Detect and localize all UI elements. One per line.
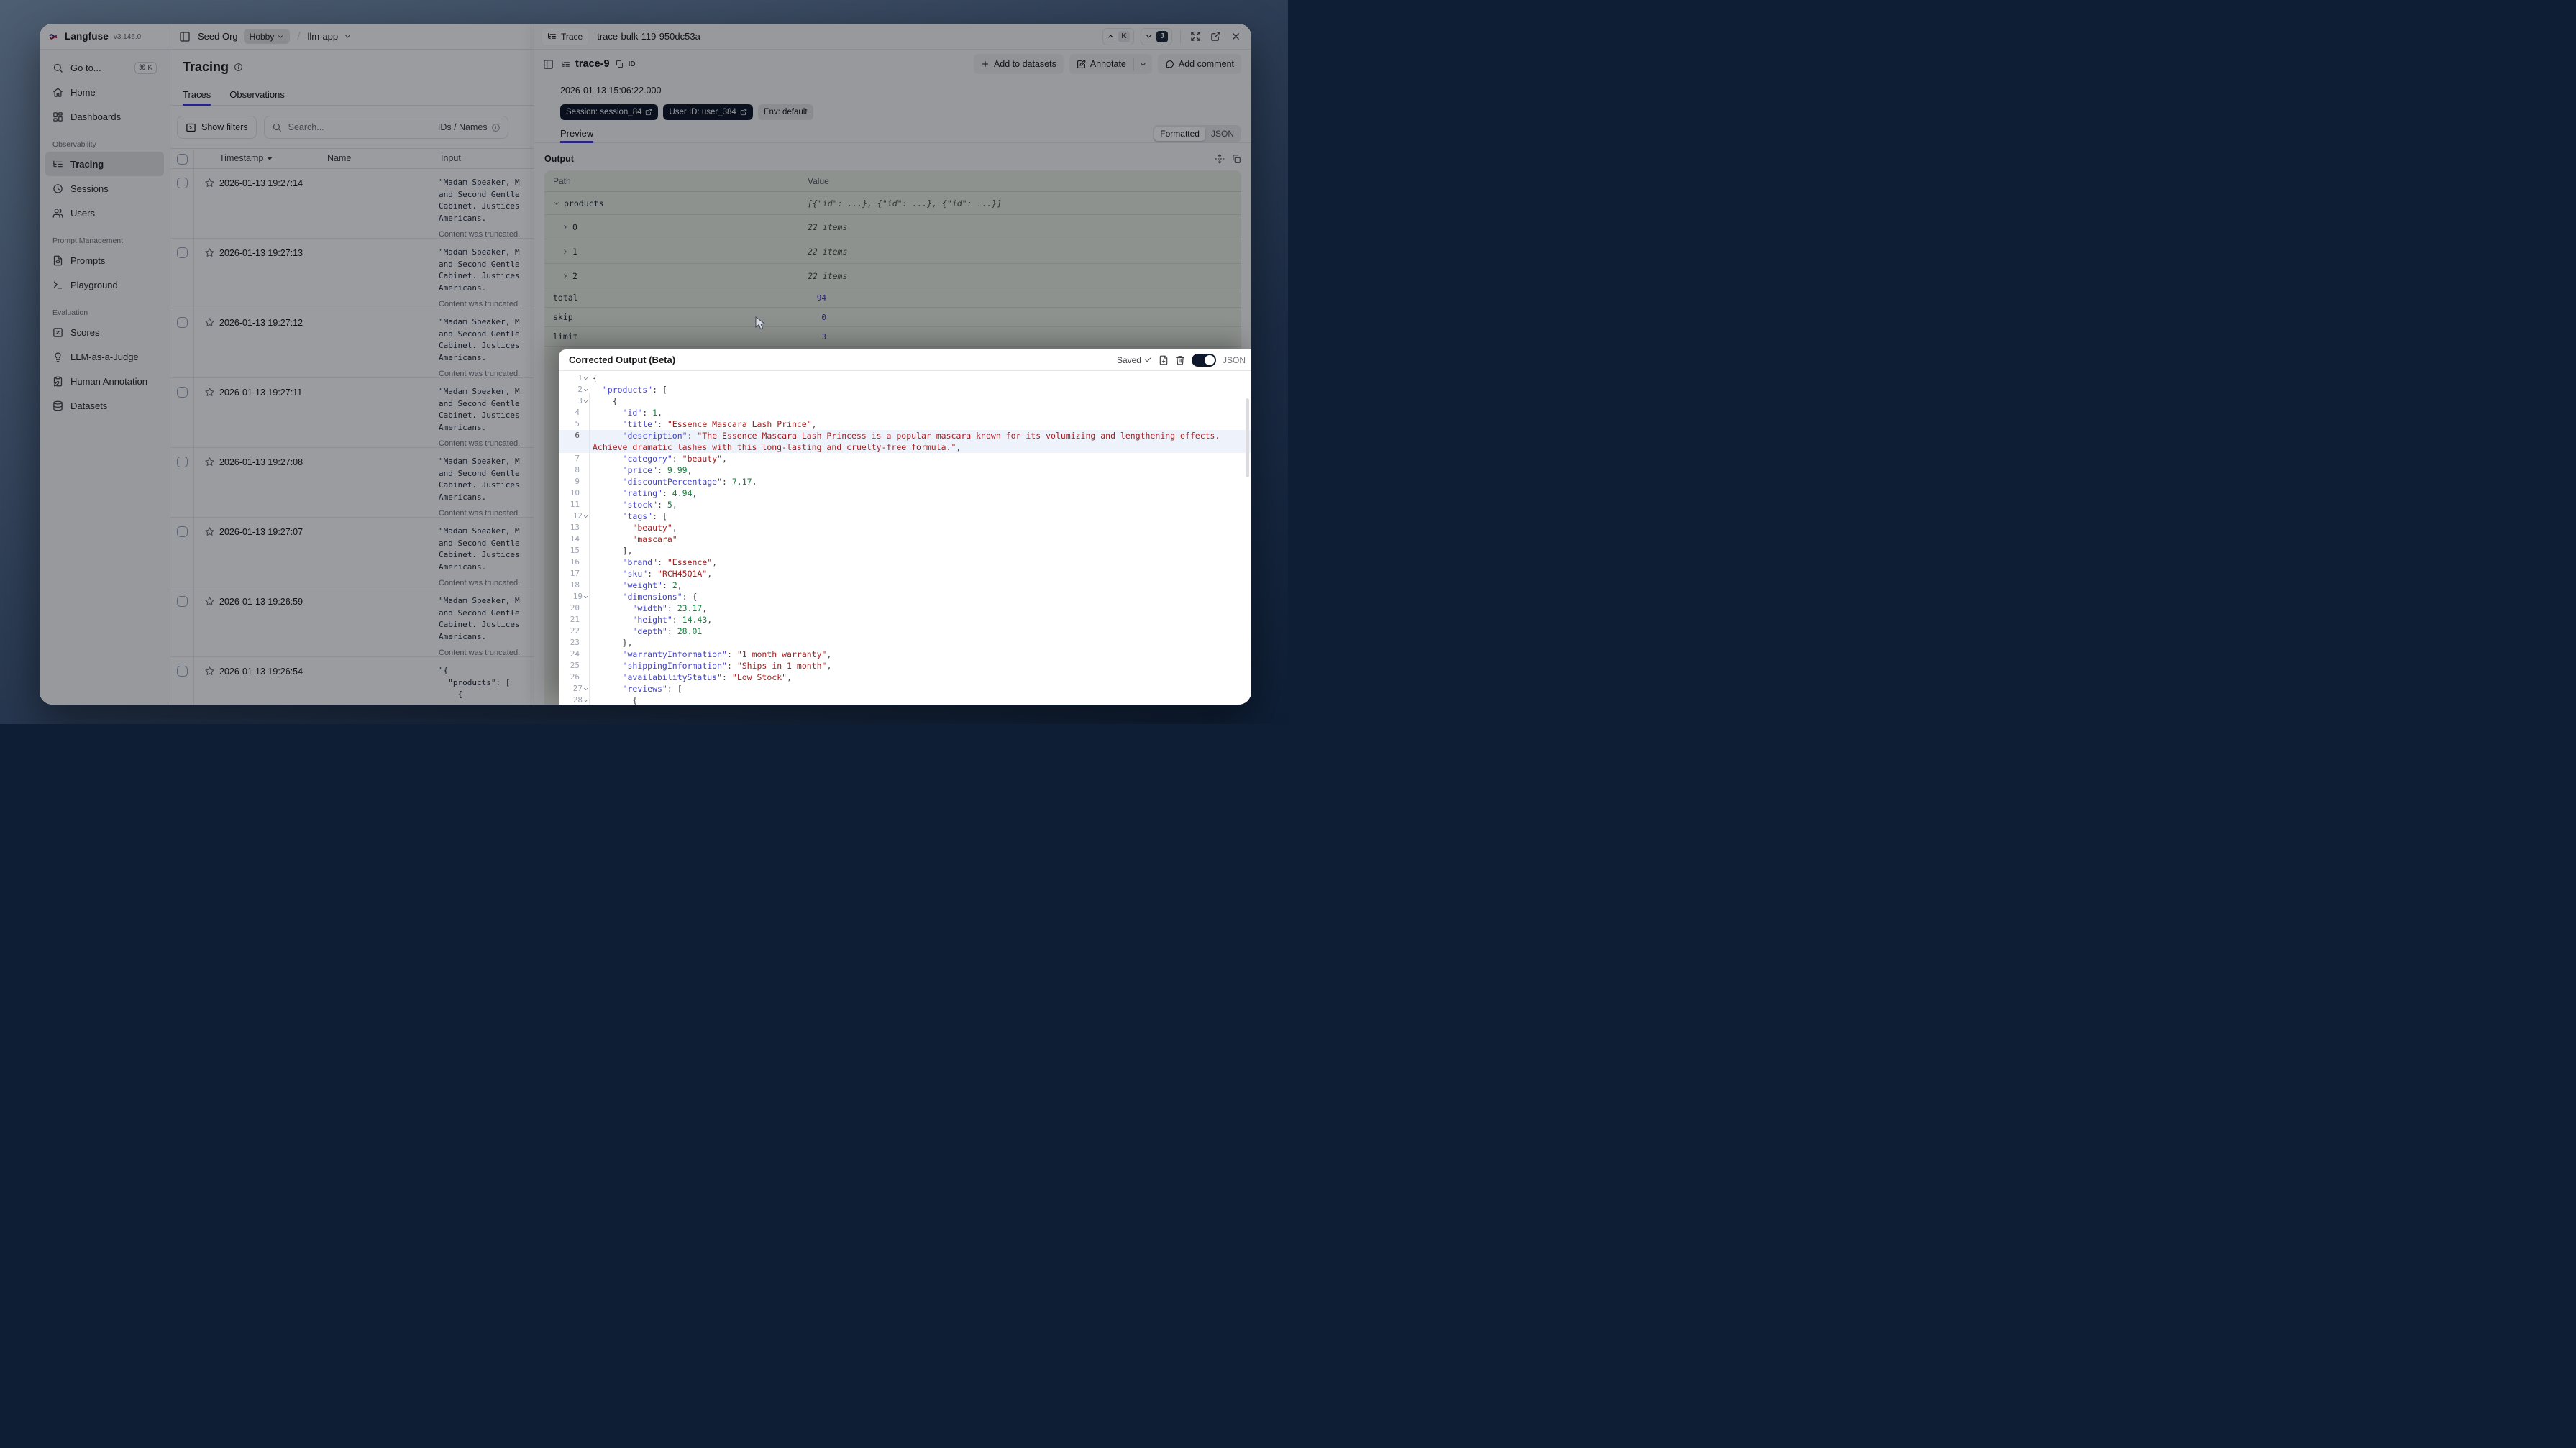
editor-line-19[interactable]: 19 "dimensions": { — [559, 591, 1251, 602]
editor-line-5[interactable]: 5 "title": "Essence Mascara Lash Prince"… — [559, 418, 1251, 430]
editor-scrollbar[interactable] — [1246, 398, 1249, 477]
json-toggle[interactable] — [1191, 353, 1216, 367]
line-number: 9 — [575, 477, 580, 486]
line-number: 21 — [570, 615, 580, 624]
line-number: 8 — [575, 465, 580, 475]
editor-line-6[interactable]: 6 "description": "The Essence Mascara La… — [559, 430, 1251, 441]
line-number: 2 — [577, 385, 583, 394]
line-number: 18 — [570, 580, 580, 590]
line-number: 26 — [570, 672, 580, 682]
editor-line-28[interactable]: 28 { — [559, 695, 1251, 705]
editor-line-25[interactable]: 25 "shippingInformation": "Ships in 1 mo… — [559, 660, 1251, 672]
line-number: 23 — [570, 638, 580, 647]
corrected-output-panel: Corrected Output (Beta) Saved JSON 1{2 "… — [559, 349, 1251, 705]
editor-line-11[interactable]: 11 "stock": 5, — [559, 499, 1251, 510]
line-number: 13 — [570, 523, 580, 532]
editor-line-21[interactable]: 21 "height": 14.43, — [559, 614, 1251, 626]
editor-line-16[interactable]: 16 "brand": "Essence", — [559, 556, 1251, 568]
save-file-icon[interactable] — [1159, 355, 1169, 365]
line-number: 12 — [572, 511, 583, 521]
line-number: 7 — [575, 454, 580, 463]
line-number: 28 — [572, 695, 583, 705]
line-number: 22 — [570, 626, 580, 636]
fold-chevron-icon[interactable] — [583, 398, 589, 405]
json-editor[interactable]: 1{2 "products": [3 {4 "id": 1, 5 "title":… — [559, 371, 1251, 705]
editor-line-23[interactable]: 23 }, — [559, 637, 1251, 649]
line-number: 15 — [570, 546, 580, 555]
editor-line-7[interactable]: 7 "category": "beauty", — [559, 453, 1251, 464]
line-number: 16 — [570, 557, 580, 567]
line-number: 4 — [575, 408, 580, 417]
gutter-divider — [589, 393, 590, 705]
editor-line-18[interactable]: 18 "weight": 2, — [559, 579, 1251, 591]
check-icon — [1144, 356, 1152, 364]
fold-chevron-icon[interactable] — [583, 375, 589, 382]
line-number: 27 — [572, 684, 583, 693]
editor-line-8[interactable]: 8 "price": 9.99, — [559, 464, 1251, 476]
fold-chevron-icon[interactable] — [583, 513, 589, 520]
editor-line-10[interactable]: 10 "rating": 4.94, — [559, 487, 1251, 499]
editor-line-17[interactable]: 17 "sku": "RCH45Q1A", — [559, 568, 1251, 579]
fold-chevron-icon[interactable] — [583, 387, 589, 393]
editor-line-4[interactable]: 4 "id": 1, — [559, 407, 1251, 418]
line-number: 11 — [570, 500, 580, 509]
fold-chevron-icon[interactable] — [583, 594, 589, 600]
line-number: 20 — [570, 603, 580, 613]
fold-chevron-icon[interactable] — [583, 697, 589, 704]
corrected-output-header: Corrected Output (Beta) Saved JSON — [559, 349, 1251, 371]
editor-line-14[interactable]: 14 "mascara" — [559, 533, 1251, 545]
editor-line-22[interactable]: 22 "depth": 28.01 — [559, 626, 1251, 637]
fold-chevron-icon[interactable] — [583, 686, 589, 692]
line-number: 19 — [572, 592, 583, 601]
corrected-output-title: Corrected Output (Beta) — [569, 354, 676, 365]
desktop-backdrop: Langfuse v3.146.0 Seed Org Hobby / llm-a… — [0, 0, 1288, 724]
editor-line-26[interactable]: 26 "availabilityStatus": "Low Stock", — [559, 672, 1251, 683]
editor-line-24[interactable]: 24 "warrantyInformation": "1 month warra… — [559, 649, 1251, 660]
editor-line-20[interactable]: 20 "width": 23.17, — [559, 602, 1251, 614]
line-number: 10 — [570, 488, 580, 498]
saved-status: Saved — [1117, 355, 1152, 365]
app-window: Langfuse v3.146.0 Seed Org Hobby / llm-a… — [40, 24, 1251, 705]
editor-line-1[interactable]: 1{ — [559, 372, 1251, 384]
editor-line-3[interactable]: 3 { — [559, 395, 1251, 407]
editor-line-15[interactable]: 15 ], — [559, 545, 1251, 556]
line-number: 1 — [577, 373, 583, 382]
line-number: 6 — [575, 431, 580, 440]
line-number: 3 — [577, 396, 583, 405]
json-toggle-label: JSON — [1222, 354, 1246, 365]
editor-line-27[interactable]: 27 "reviews": [ — [559, 683, 1251, 695]
line-number: 25 — [570, 661, 580, 670]
line-number: 5 — [575, 419, 580, 429]
editor-line-6-wrap[interactable]: Achieve dramatic lashes with this long-l… — [559, 441, 1251, 453]
mouse-cursor — [755, 316, 766, 334]
line-number: 17 — [570, 569, 580, 578]
editor-line-9[interactable]: 9 "discountPercentage": 7.17, — [559, 476, 1251, 487]
delete-icon[interactable] — [1175, 355, 1185, 365]
line-number: 24 — [570, 649, 580, 659]
editor-line-13[interactable]: 13 "beauty", — [559, 522, 1251, 533]
editor-line-2[interactable]: 2 "products": [ — [559, 384, 1251, 395]
editor-line-12[interactable]: 12 "tags": [ — [559, 510, 1251, 522]
line-number: 14 — [570, 534, 580, 544]
